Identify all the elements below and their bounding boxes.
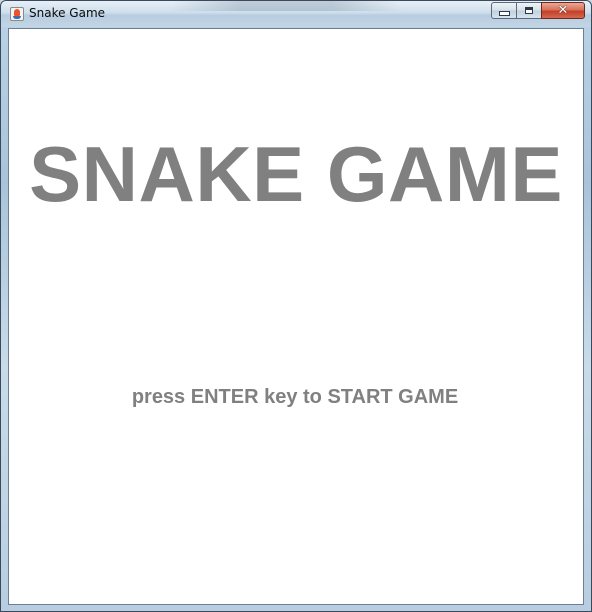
close-button[interactable]: ✕ [541,2,585,19]
app-window: Snake Game ✕ SNAKE GAME press ENTER key … [0,0,592,612]
maximize-icon [525,7,533,14]
window-controls: ✕ [491,2,585,20]
game-title: SNAKE GAME [29,130,563,218]
java-app-icon[interactable] [10,7,24,21]
title-bar[interactable]: Snake Game ✕ [1,1,591,27]
minimize-button[interactable] [491,2,516,19]
window-title: Snake Game [29,6,106,20]
title-bar-backdrop [171,1,401,11]
game-canvas[interactable]: SNAKE GAME press ENTER key to START GAME [8,28,584,605]
minimize-icon [498,11,510,16]
maximize-button[interactable] [516,2,541,19]
start-prompt: press ENTER key to START GAME [131,386,459,408]
close-icon: ✕ [557,3,569,18]
